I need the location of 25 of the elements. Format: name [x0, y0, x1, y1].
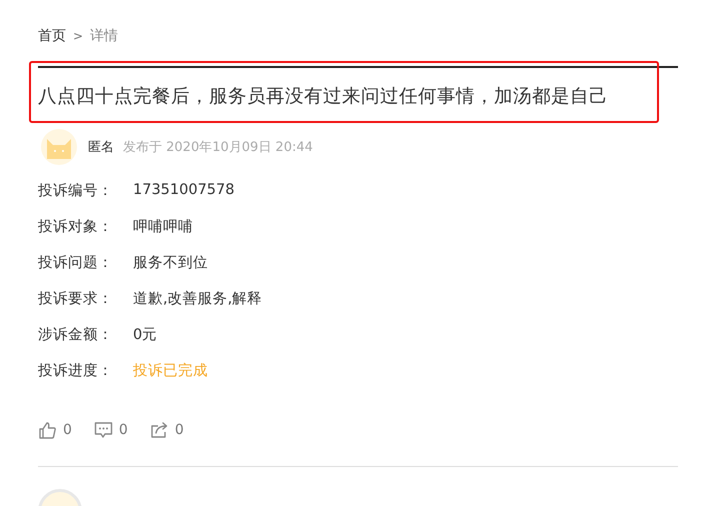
count-text: 0 — [174, 422, 184, 438]
post-date: 发布于 2020年10月09日 20:44 — [123, 139, 313, 156]
thumbs-up-icon[interactable] — [38, 421, 57, 439]
field-value: 0元 — [133, 326, 158, 344]
breadcrumb-link[interactable]: 详情 — [90, 27, 118, 45]
field-value: 服务不到位 — [133, 254, 208, 272]
field-value: 17351007578 — [133, 182, 234, 198]
status-text: 投诉已完成 — [133, 362, 208, 380]
cat-avatar-icon — [41, 129, 77, 165]
count-text: 0 — [63, 422, 72, 438]
field-value: 道歉,改善服务,解释 — [133, 290, 262, 308]
field-label: 投诉进度： — [38, 362, 114, 380]
breadcrumb-separator: > — [73, 29, 84, 43]
field-value: 呷哺呷哺 — [133, 218, 193, 236]
field-label: 投诉编号： — [38, 182, 114, 200]
complaint-title: 八点四十点完餐后，服务员再没有过来问过任何事情，加汤都是自己 — [38, 85, 609, 109]
share-icon[interactable] — [150, 421, 169, 439]
count-text: 0 — [118, 422, 128, 438]
author-name: 匿名 — [88, 139, 114, 156]
field-label: 投诉问题： — [38, 254, 114, 272]
comment-icon[interactable] — [94, 421, 113, 439]
field-label: 投诉对象： — [38, 218, 114, 236]
breadcrumb-link[interactable]: 首页 — [38, 27, 66, 45]
field-label: 涉诉金额： — [38, 326, 114, 344]
field-label: 投诉要求： — [38, 290, 114, 308]
